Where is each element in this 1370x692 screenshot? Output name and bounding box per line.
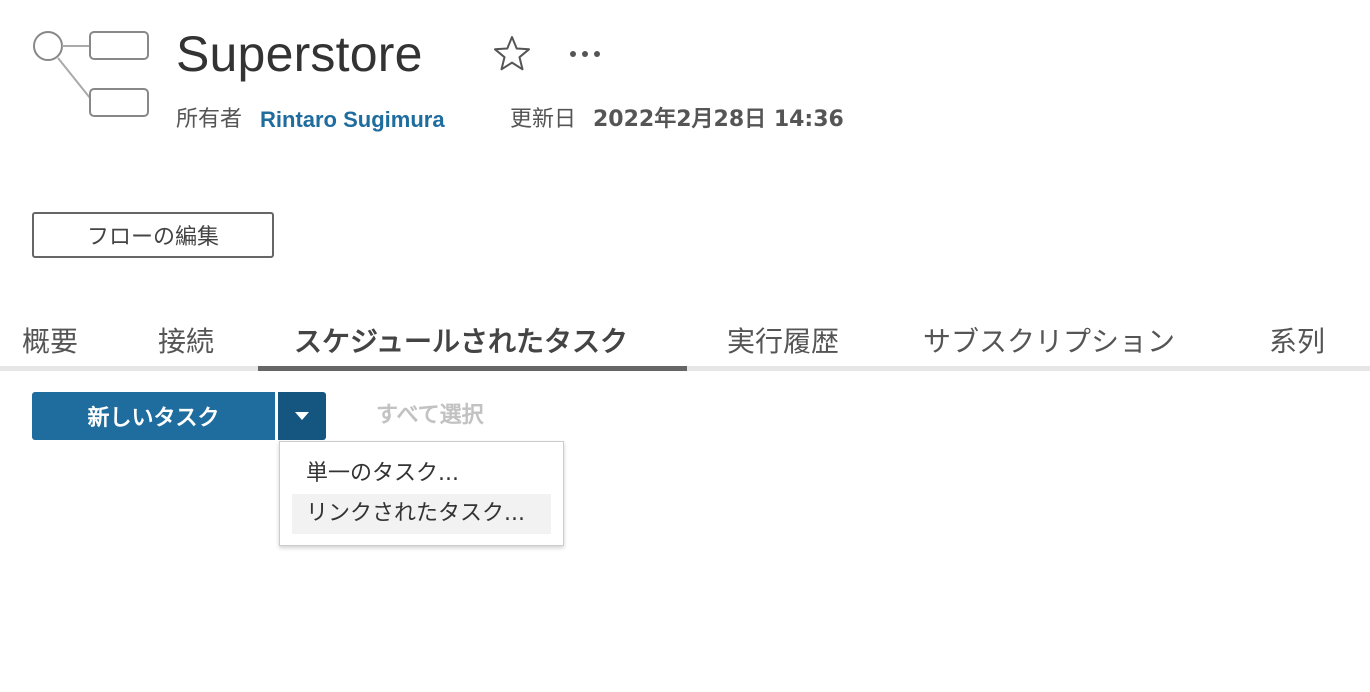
menu-item-single-task[interactable]: 単一のタスク... (292, 454, 551, 494)
updated-label: 更新日 (510, 104, 576, 136)
owner-label-text: 所有者 (176, 107, 243, 132)
tab-connections[interactable]: 接続 (158, 318, 214, 366)
tab-overview[interactable]: 概要 (22, 318, 78, 366)
tab-lineage[interactable]: 系列 (1269, 318, 1325, 366)
new-task-button[interactable]: 新しいタスク (32, 392, 275, 440)
new-task-dropdown-button[interactable] (278, 392, 326, 440)
menu-item-linked-task[interactable]: リンクされたタスク... (292, 494, 551, 534)
edit-flow-button[interactable]: フローの編集 (32, 212, 274, 258)
updated-value-text: 2022年2月28日 14:36 (593, 107, 844, 132)
updated-label-text: 更新日 (510, 107, 577, 132)
more-icon[interactable] (566, 34, 604, 74)
tab-run-history[interactable]: 実行履歴 (727, 318, 839, 366)
tab-subscriptions[interactable]: サブスクリプション (923, 318, 1175, 366)
active-tab-indicator (258, 366, 687, 371)
star-icon[interactable] (492, 34, 532, 74)
new-task-menu: 単一のタスク... リンクされたタスク... (279, 441, 564, 546)
edit-flow-label: フローの編集 (86, 225, 219, 250)
flow-icon (33, 31, 149, 117)
owner-name-link[interactable]: Rintaro Sugimura (260, 107, 445, 132)
updated-value: 2022年2月28日 14:36 (593, 104, 844, 136)
tab-scheduled-tasks[interactable]: スケジュールされたタスク (294, 318, 628, 366)
flow-page: Superstore 所有者 Rintaro Sugimura 更新日 2022… (0, 0, 1370, 692)
owner-label: 所有者 (176, 104, 242, 136)
page-title: Superstore (176, 26, 423, 82)
owner-link[interactable]: Rintaro Sugimura (260, 104, 445, 136)
select-all-button[interactable]: すべて選択 (376, 398, 484, 434)
new-task-label: 新しいタスク (87, 406, 220, 431)
caret-down-icon (295, 412, 309, 420)
